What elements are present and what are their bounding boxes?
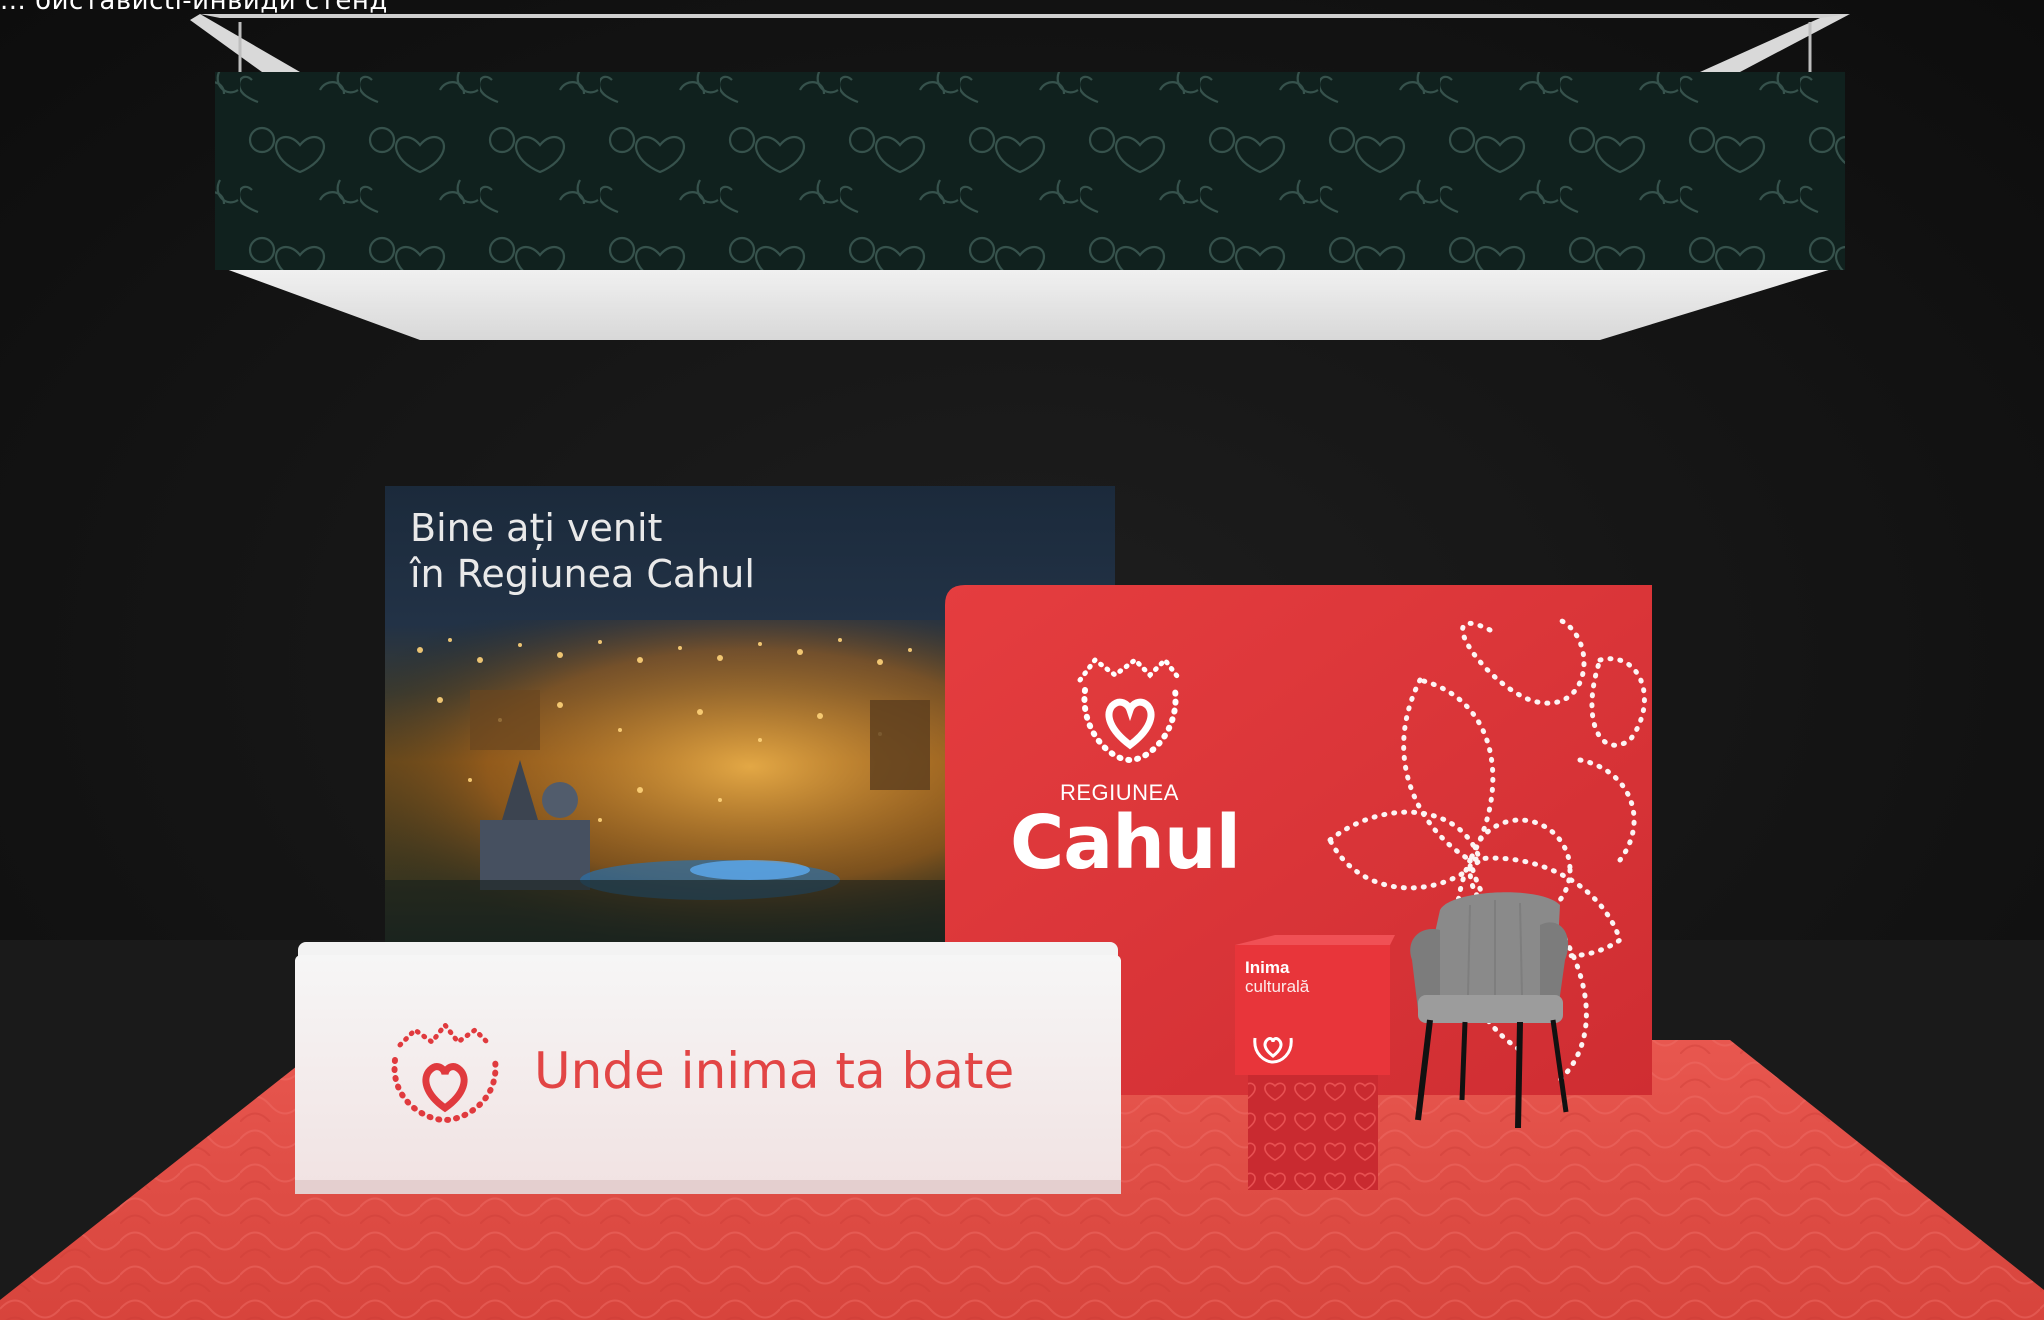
cube-line-1: Inima [1245, 958, 1290, 977]
welcome-line-2: în Regiunea Cahul [410, 552, 755, 596]
cube-label: Inima culturală [1245, 958, 1345, 996]
exhibition-stand-scene: ... бистависti-инвиди стенд Bine ați ven… [0, 0, 2044, 1320]
cube-line-2: culturală [1245, 977, 1310, 996]
brand-big-label: Cahul [1010, 800, 1241, 886]
counter-slogan: Unde inima ta bate [534, 1042, 1015, 1100]
welcome-text: Bine ați venit în Regiunea Cahul [410, 505, 970, 597]
stand-illustration [0, 0, 2044, 1320]
caption-text: ... бистависti-инвиди стенд [0, 0, 388, 16]
welcome-line-1: Bine ați venit [410, 506, 663, 550]
